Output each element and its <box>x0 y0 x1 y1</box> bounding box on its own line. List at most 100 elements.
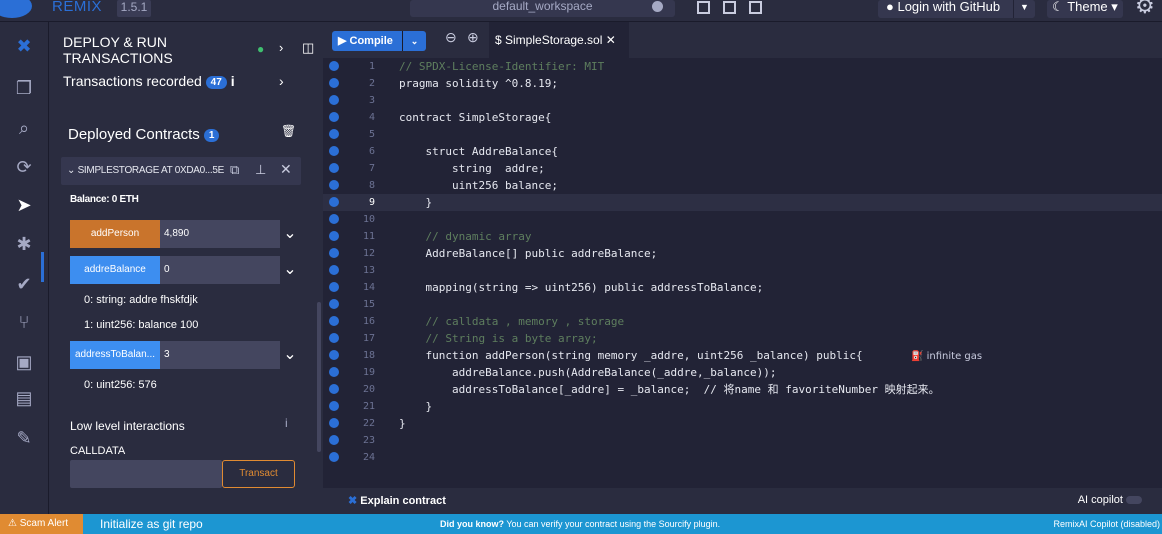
code-line-current: 9 } <box>323 194 1162 211</box>
github-login-button[interactable]: ● Login with GitHub ▼ <box>878 0 1035 18</box>
zoom-out-icon[interactable]: ⊖ <box>445 29 457 46</box>
breakpoint-icon[interactable] <box>329 333 339 343</box>
tip-body: You can verify your contract using the S… <box>506 519 721 529</box>
compile-button[interactable]: ▶ Compile ⌄ <box>332 31 426 51</box>
chevron-down-icon[interactable]: ⌄ <box>281 223 299 243</box>
breakpoint-icon[interactable] <box>329 401 339 411</box>
init-git-button[interactable]: Initialize as git repo <box>100 517 203 531</box>
close-icon[interactable]: ✕ <box>280 161 292 178</box>
copy-icon[interactable]: ⧉ <box>230 162 239 178</box>
plugin-manager-icon[interactable]: ✎ <box>0 428 48 449</box>
line-number: 4 <box>368 112 375 123</box>
zoom-in-icon[interactable]: ⊕ <box>467 29 479 46</box>
breakpoint-icon[interactable] <box>329 282 339 292</box>
workspace-select[interactable]: default_workspace <box>410 0 675 17</box>
info-icon[interactable]: i <box>285 416 288 430</box>
toggle-switch-icon[interactable] <box>1126 496 1142 505</box>
trash-icon[interactable]: 🗑 <box>281 124 296 138</box>
scam-label: Scam Alert <box>19 518 69 529</box>
breakpoint-icon[interactable] <box>329 265 339 275</box>
transactions-recorded[interactable]: Transactions recorded 47 i <box>63 73 235 89</box>
search-icon[interactable]: ⌕ <box>0 118 48 139</box>
contract-instance-header[interactable]: ⌄ SIMPLESTORAGE AT 0XDA0...5E ⧉ ⊥ ✕ <box>61 157 301 185</box>
remixai-status[interactable]: RemixAI Copilot (disabled) <box>1053 519 1160 529</box>
line-number: 17 <box>362 333 375 344</box>
breakpoint-icon[interactable] <box>329 299 339 309</box>
layout-right-icon[interactable] <box>749 1 762 14</box>
breakpoint-icon[interactable] <box>329 248 339 258</box>
breakpoint-icon[interactable] <box>329 435 339 445</box>
breakpoint-icon[interactable] <box>329 180 339 190</box>
explain-contract-button[interactable]: ✖ Explain contract <box>348 494 446 507</box>
breakpoint-icon[interactable] <box>329 197 339 207</box>
breakpoint-icon[interactable] <box>329 384 339 394</box>
chevron-right-icon[interactable]: › <box>279 40 283 55</box>
tab-label: SimpleStorage.sol <box>505 33 603 47</box>
breakpoint-icon[interactable] <box>329 95 339 105</box>
chevron-down-icon[interactable]: ▼ <box>1013 0 1035 18</box>
debugger-icon[interactable]: ✱ <box>0 234 48 255</box>
breakpoint-icon[interactable] <box>329 452 339 462</box>
ai-copilot-toggle[interactable]: AI copilot <box>1078 494 1142 506</box>
scam-alert-button[interactable]: ⚠ Scam Alert <box>0 514 83 534</box>
line-number: 14 <box>362 282 375 293</box>
breakpoint-icon[interactable] <box>329 146 339 156</box>
workspace-toggle-icon[interactable] <box>652 1 663 12</box>
theme-button[interactable]: ☾ Theme ▾ <box>1047 0 1123 18</box>
shield-icon[interactable]: ● <box>257 42 264 56</box>
code-editor[interactable]: 1 // SPDX-License-Identifier: MIT 2 pragma… <box>323 58 1162 488</box>
addresstobalance-button[interactable]: addressToBalan... <box>70 341 160 369</box>
breakpoint-icon[interactable] <box>329 61 339 71</box>
line-number: 15 <box>362 299 375 310</box>
solidity-compiler-icon[interactable]: ⟳ <box>0 157 48 178</box>
line-text: addreBalance.push(AddreBalance(_addre,_b… <box>399 366 777 379</box>
breakpoint-icon[interactable] <box>329 112 339 122</box>
breakpoint-icon[interactable] <box>329 214 339 224</box>
breakpoint-icon[interactable] <box>329 418 339 428</box>
chevron-down-icon[interactable]: ⌄ <box>281 344 299 364</box>
remixai-icon[interactable]: ✖ <box>0 36 48 57</box>
line-number: 18 <box>362 350 375 361</box>
breakpoint-icon[interactable] <box>329 316 339 326</box>
code-line: 24 <box>323 449 1162 466</box>
line-text: pragma solidity ^0.8.19; <box>399 77 558 90</box>
addperson-button[interactable]: addPerson <box>70 220 160 248</box>
breakpoint-icon[interactable] <box>329 78 339 88</box>
compile-label: Compile <box>349 35 393 47</box>
breakpoint-icon[interactable] <box>329 367 339 377</box>
deploy-run-icon[interactable]: ➤ <box>0 195 48 216</box>
breakpoint-icon[interactable] <box>329 129 339 139</box>
code-line: 22} <box>323 415 1162 432</box>
line-number: 5 <box>368 129 375 140</box>
gear-icon[interactable]: ⚙ <box>1135 0 1155 17</box>
line-text: function addPerson(string memory _addre,… <box>399 349 863 362</box>
calldata-input[interactable] <box>70 460 222 488</box>
code-line: 17 // String is a byte array; <box>323 330 1162 347</box>
breakpoint-icon[interactable] <box>329 231 339 241</box>
addrebalance-button[interactable]: addreBalance <box>70 256 160 284</box>
breakpoint-icon[interactable] <box>329 350 339 360</box>
close-tab-icon[interactable]: ✕ <box>606 33 616 47</box>
addresstobalance-input[interactable]: 3 <box>160 341 280 369</box>
tab-simplestorage[interactable]: $ SimpleStorage.sol ✕ <box>489 22 629 58</box>
editor-area: ▶ Compile ⌄ ⊖ ⊕ $ SimpleStorage.sol ✕ 1 //… <box>323 22 1162 514</box>
panel-collapse-icon[interactable]: ◫ <box>302 40 314 56</box>
file-explorer-icon[interactable]: ❐ <box>0 78 48 99</box>
compile-dropdown-icon[interactable]: ⌄ <box>402 31 426 51</box>
code-line: 20 addressToBalance[_addre] = _balance; … <box>323 381 1162 398</box>
plugin-icon[interactable]: ▤ <box>0 388 48 409</box>
addrebalance-input[interactable]: 0 <box>160 256 280 284</box>
breakpoint-icon[interactable] <box>329 163 339 173</box>
line-text: // calldata , memory , storage <box>399 315 625 328</box>
panel-scrollbar[interactable] <box>317 302 321 452</box>
review-icon[interactable]: ▣ <box>0 352 48 373</box>
expand-chevron-icon[interactable]: › <box>279 73 284 89</box>
layout-left-icon[interactable] <box>697 1 710 14</box>
addperson-input[interactable]: 4,890 <box>160 220 280 248</box>
pin-icon[interactable]: ⊥ <box>255 162 266 178</box>
verify-icon[interactable]: ✔ <box>0 274 48 295</box>
transact-button[interactable]: Transact <box>222 460 295 488</box>
git-icon[interactable]: ⑂ <box>0 312 48 333</box>
chevron-down-icon[interactable]: ⌄ <box>281 259 299 279</box>
layout-bottom-icon[interactable] <box>723 1 736 14</box>
